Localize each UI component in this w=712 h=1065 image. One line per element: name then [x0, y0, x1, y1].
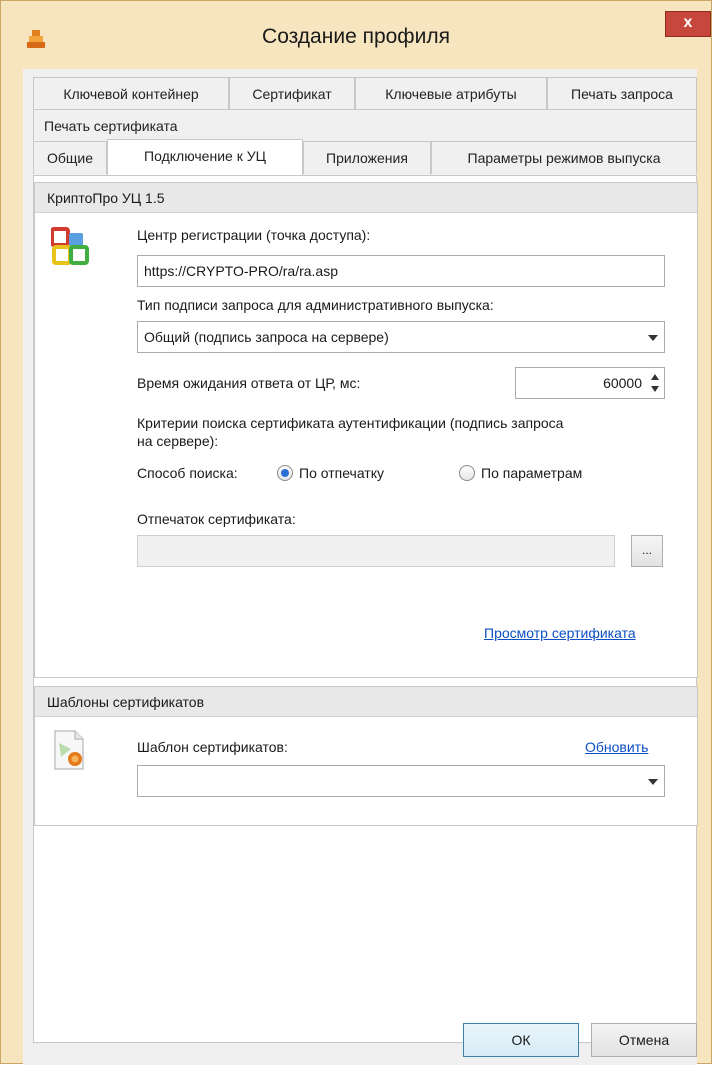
dialog-client-area: Ключевой контейнер Сертификат Ключевые а… — [23, 69, 698, 1065]
certificate-template-icon — [54, 730, 84, 770]
tab-issuance-modes[interactable]: Параметры режимов выпуска — [431, 141, 697, 174]
radio-params[interactable] — [459, 465, 475, 481]
timeout-label: Время ожидания ответа от ЦР, мс: — [137, 375, 361, 391]
templates-group: Шаблоны сертификатов Шаблон сертификатов… — [34, 686, 698, 826]
tab-strip: Ключевой контейнер Сертификат Ключевые а… — [23, 69, 697, 175]
thumbprint-input[interactable] — [137, 535, 615, 567]
view-certificate-link[interactable]: Просмотр сертификата — [484, 625, 636, 641]
signature-type-label: Тип подписи запроса для административног… — [137, 297, 494, 313]
search-method-label: Способ поиска: — [137, 465, 238, 481]
close-button[interactable]: x — [665, 11, 711, 37]
chevron-down-icon — [648, 335, 658, 341]
browse-button[interactable]: ... — [631, 535, 663, 567]
tab-applications[interactable]: Приложения — [303, 141, 431, 174]
templates-group-header: Шаблоны сертификатов — [35, 687, 697, 717]
chevron-down-icon — [648, 779, 658, 785]
tab-print-certificate[interactable]: Печать сертификата — [33, 109, 697, 142]
refresh-link[interactable]: Обновить — [585, 739, 648, 755]
signature-type-value: Общий (подпись запроса на сервере) — [144, 329, 389, 345]
criteria-label-line1: Критерии поиска сертификата аутентификац… — [137, 415, 564, 431]
tab-general[interactable]: Общие — [33, 141, 107, 174]
window-title: Создание профиля — [262, 25, 450, 48]
thumbprint-label: Отпечаток сертификата: — [137, 511, 296, 527]
dialog-window: Создание профиля x Ключевой контейнер Се… — [0, 0, 712, 1065]
signature-type-select[interactable]: Общий (подпись запроса на сервере) — [137, 321, 665, 353]
ok-button[interactable]: ОК — [463, 1023, 579, 1057]
cancel-button[interactable]: Отмена — [591, 1023, 697, 1057]
radio-thumbprint[interactable] — [277, 465, 293, 481]
template-label: Шаблон сертификатов: — [137, 739, 288, 755]
criteria-label-line2: на сервере): — [137, 433, 219, 449]
timeout-value: 60000 — [603, 375, 642, 391]
tab-key-attributes[interactable]: Ключевые атрибуты — [355, 77, 547, 110]
tab-certificate[interactable]: Сертификат — [229, 77, 355, 110]
ca-group: КриптоПро УЦ 1.5 Центр регистрации (точк… — [34, 182, 698, 678]
tab-panel: КриптоПро УЦ 1.5 Центр регистрации (точк… — [33, 175, 698, 1043]
timeout-spinbox[interactable]: 60000 — [515, 367, 665, 399]
radio-params-label[interactable]: По параметрам — [481, 465, 582, 481]
title-bar[interactable]: Создание профиля x — [1, 1, 711, 69]
ca-group-header: КриптоПро УЦ 1.5 — [35, 183, 697, 213]
template-select[interactable] — [137, 765, 665, 797]
radio-thumbprint-label[interactable]: По отпечатку — [299, 465, 384, 481]
ca-blocks-icon — [51, 227, 89, 265]
tab-ca-connection[interactable]: Подключение к УЦ — [107, 139, 303, 175]
tab-key-container[interactable]: Ключевой контейнер — [33, 77, 229, 110]
registration-center-input[interactable]: https://CRYPTO-PRO/ra/ra.asp — [137, 255, 665, 287]
spin-arrows-icon[interactable] — [650, 371, 660, 395]
registration-center-label: Центр регистрации (точка доступа): — [137, 227, 371, 243]
tab-print-request[interactable]: Печать запроса — [547, 77, 697, 110]
